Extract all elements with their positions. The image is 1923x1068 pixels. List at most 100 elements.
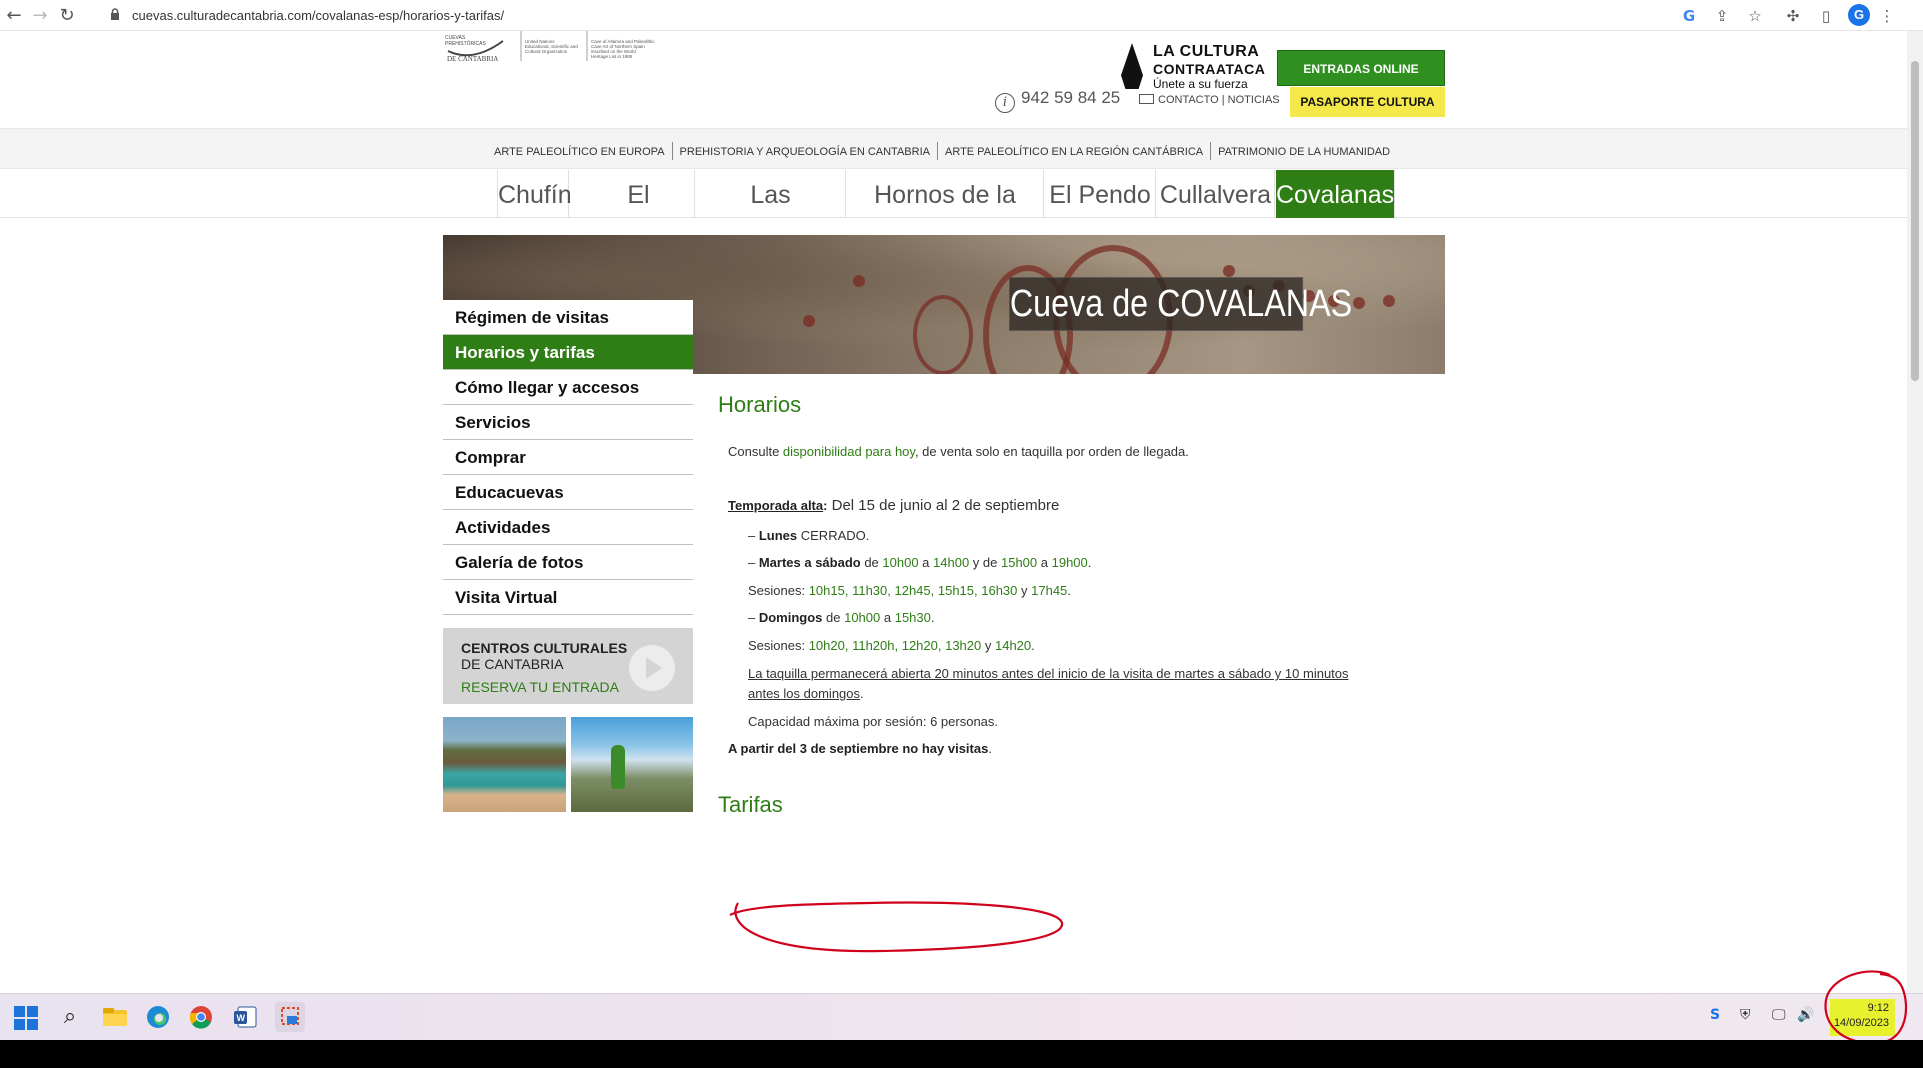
chrome-browser-icon[interactable] xyxy=(186,1002,216,1032)
pasaporte-cultura-button[interactable]: PASAPORTE CULTURA xyxy=(1290,87,1445,117)
martes-line: – Martes a sábado de 10h00 a 14h00 y de … xyxy=(748,555,1091,570)
contact-links[interactable]: CONTACTO | NOTICIAS xyxy=(1139,94,1280,106)
session-time-last: 17h45 xyxy=(1031,583,1068,598)
toplink-arte-region[interactable]: ARTE PALEOLÍTICO EN LA REGIÓN CANTÁBRICA xyxy=(945,146,1203,158)
volume-icon[interactable]: 🔊 xyxy=(1797,1007,1814,1023)
word-icon[interactable]: W xyxy=(230,1002,260,1032)
menu-educacuevas[interactable]: Educacuevas xyxy=(443,475,693,510)
la-cultura-contraataca-logo[interactable]: LA CULTURA CONTRAATACA Únete a su fuerza xyxy=(1121,41,1266,93)
network-icon[interactable]: 🖵 xyxy=(1772,1007,1786,1023)
time: 10h00 xyxy=(844,610,881,625)
cultura-line2: CONTRAATACA xyxy=(1153,61,1266,77)
tab-el-castillo[interactable]: El Castillo xyxy=(583,170,695,259)
reload-icon[interactable]: ↻ xyxy=(55,4,79,28)
mountain-thumbnail[interactable] xyxy=(571,717,693,812)
text-a: a xyxy=(1037,555,1052,570)
envelope-icon xyxy=(1139,94,1154,104)
time: 14h00 xyxy=(933,555,970,570)
scrollbar[interactable] xyxy=(1907,31,1923,993)
menu-visita-virtual[interactable]: Visita Virtual xyxy=(443,580,693,615)
contact-links-text[interactable]: CONTACTO | NOTICIAS xyxy=(1158,94,1280,106)
menu-galeria-fotos[interactable]: Galería de fotos xyxy=(443,545,693,580)
menu-servicios[interactable]: Servicios xyxy=(443,405,693,440)
centros-line1: CENTROS CULTURALES xyxy=(461,640,628,656)
edge-browser-icon[interactable] xyxy=(143,1002,173,1032)
tab-las-monedas[interactable]: Las Monedas xyxy=(696,170,846,259)
clock-time: 9:12 xyxy=(1867,1002,1889,1014)
tab-chufin[interactable]: Chufín xyxy=(497,170,572,218)
forward-icon[interactable]: → xyxy=(28,4,52,28)
svg-text:W: W xyxy=(237,1013,246,1023)
security-tray-icon[interactable]: S xyxy=(1710,1007,1720,1023)
page-viewport: CUEVAS PREHISTÓRICAS DE CANTABRIA United… xyxy=(0,31,1923,993)
menu-horarios-tarifas[interactable]: Horarios y tarifas xyxy=(443,335,693,370)
menu-actividades[interactable]: Actividades xyxy=(443,510,693,545)
tab-cullalvera[interactable]: Cullalvera xyxy=(1157,170,1275,218)
dash: – xyxy=(748,528,759,543)
session-times: 10h15, 11h30, 12h45, 15h15, 16h30 xyxy=(808,583,1018,598)
address-bar[interactable]: cuevas.culturadecantabria.com/covalanas-… xyxy=(100,2,1670,29)
text-de: de xyxy=(822,610,845,625)
share-icon[interactable]: ⇪ xyxy=(1711,5,1733,27)
info-icon: i xyxy=(995,93,1015,113)
aviso-line: A partir del 3 de septiembre no hay visi… xyxy=(728,741,992,756)
svg-text:PREHISTÓRICAS: PREHISTÓRICAS xyxy=(445,40,487,47)
taquilla-text: antes los domingos xyxy=(748,686,861,701)
domingos-label: Domingos xyxy=(758,610,823,625)
centros-culturales-banner[interactable]: CENTROS CULTURALES DE CANTABRIA RESERVA … xyxy=(443,628,693,704)
screen: ← → ↻ cuevas.culturadecantabria.com/cova… xyxy=(0,0,1923,1068)
lunes-text: CERRADO. xyxy=(797,528,870,543)
text-de: de xyxy=(860,555,883,570)
text-a: a xyxy=(918,555,934,570)
text-y: y xyxy=(1017,583,1032,598)
toplink-patrimonio[interactable]: PATRIMONIO DE LA HUMANIDAD xyxy=(1218,146,1390,158)
browser-toolbar: ← → ↻ cuevas.culturadecantabria.com/cova… xyxy=(0,0,1923,31)
google-lens-icon[interactable]: G xyxy=(1678,5,1700,27)
menu-como-llegar[interactable]: Cómo llegar y accesos xyxy=(443,370,693,405)
sesiones-domingo-line: Sesiones: 10h20, 11h20h, 12h20, 13h20 y … xyxy=(748,638,1035,653)
text-y: y xyxy=(981,638,995,653)
session-times: 10h20, 11h20h, 12h20, 13h20 xyxy=(808,638,982,653)
lunes-label: Lunes xyxy=(758,528,798,543)
entradas-online-button[interactable]: ENTRADAS ONLINE xyxy=(1277,50,1445,86)
cuevas-logo[interactable]: CUEVAS PREHISTÓRICAS DE CANTABRIA United… xyxy=(443,31,673,81)
profile-avatar[interactable]: G xyxy=(1848,4,1870,26)
play-icon[interactable] xyxy=(629,645,675,691)
sesiones-label: Sesiones: xyxy=(748,583,809,598)
snipping-tool-icon[interactable] xyxy=(275,1002,305,1032)
menu-dots-icon[interactable]: ⋮ xyxy=(1876,5,1898,27)
menu-regimen-visitas[interactable]: Régimen de visitas xyxy=(443,300,693,335)
extensions-icon[interactable]: ✣ xyxy=(1782,5,1804,27)
centros-reserva-link[interactable]: RESERVA TU ENTRADA xyxy=(461,679,619,695)
consulte-pre: Consulte xyxy=(728,444,783,459)
tab-hornos-de-la-pena[interactable]: Hornos de la Peña xyxy=(847,170,1044,259)
domingos-line: – Domingos de 10h00 a 15h30. xyxy=(748,610,935,625)
time: 19h00 xyxy=(1051,555,1088,570)
disponibilidad-link[interactable]: disponibilidad para hoy xyxy=(783,444,915,459)
scrollbar-thumb[interactable] xyxy=(1911,61,1919,381)
sesiones-martes-line: Sesiones: 10h15, 11h30, 12h45, 15h15, 16… xyxy=(748,583,1071,598)
menu-comprar[interactable]: Comprar xyxy=(443,440,693,475)
centros-line2: DE CANTABRIA xyxy=(461,656,564,672)
tab-el-pendo[interactable]: El Pendo xyxy=(1045,170,1156,218)
side-panel-icon[interactable]: ▯ xyxy=(1815,5,1837,27)
tab-covalanas[interactable]: Covalanas xyxy=(1276,170,1395,218)
search-icon[interactable]: ⌕ xyxy=(55,1002,85,1032)
defender-tray-icon[interactable]: ⛨ xyxy=(1740,1007,1751,1023)
file-explorer-icon[interactable] xyxy=(100,1002,130,1032)
time: 10h00 xyxy=(882,555,919,570)
toplink-arte-europa[interactable]: ARTE PALEOLÍTICO EN EUROPA xyxy=(494,146,665,158)
beach-thumbnail[interactable] xyxy=(443,717,566,812)
period: . xyxy=(1067,583,1071,598)
time: 15h00 xyxy=(1000,555,1038,570)
lunes-line: – Lunes CERRADO. xyxy=(748,528,869,543)
period: . xyxy=(988,741,992,756)
aviso-text: A partir del 3 de septiembre no hay visi… xyxy=(728,741,989,756)
cultura-logo-icon xyxy=(1121,43,1143,89)
windows-start-icon[interactable] xyxy=(11,1002,41,1032)
back-icon[interactable]: ← xyxy=(2,4,26,28)
bookmark-star-icon[interactable]: ☆ xyxy=(1744,5,1766,27)
clock-date: 14/09/2023 xyxy=(1833,1017,1889,1029)
clock[interactable]: 9:12 14/09/2023 xyxy=(1830,999,1895,1036)
toplink-prehistoria[interactable]: PREHISTORIA Y ARQUEOLOGÍA EN CANTABRIA xyxy=(680,146,930,158)
